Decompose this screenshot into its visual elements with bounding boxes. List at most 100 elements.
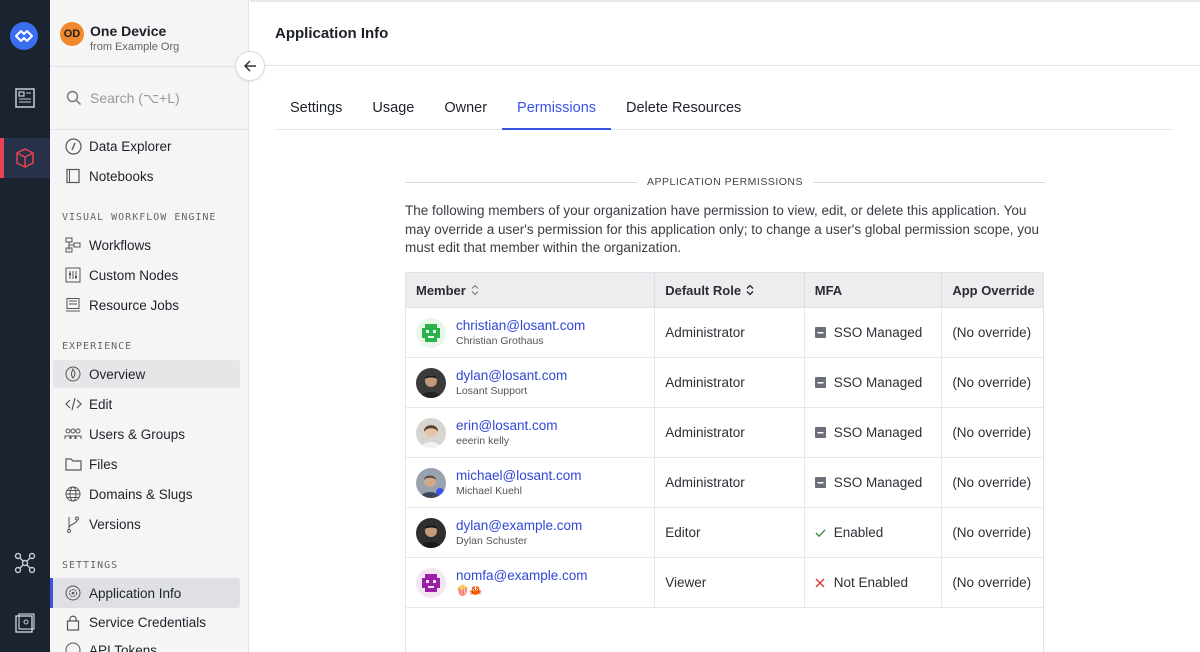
- applications-cube-icon[interactable]: [0, 138, 50, 178]
- device-org: from Example Org: [90, 41, 180, 53]
- member-email-link[interactable]: nomfa@example.com: [456, 568, 588, 584]
- nav-label: Custom Nodes: [89, 267, 179, 283]
- member-email-link[interactable]: erin@losant.com: [456, 418, 558, 434]
- member-cell: dylan@losant.com Losant Support: [406, 358, 656, 407]
- table-row: christian@losant.com Christian Grothaus …: [406, 308, 1043, 358]
- organization-icon[interactable]: [0, 603, 50, 643]
- override-cell[interactable]: (No override): [942, 308, 1043, 357]
- minus-square-icon: [814, 477, 826, 488]
- compass-icon: [64, 137, 82, 155]
- workflow-icon: [64, 236, 82, 254]
- nav-api-tokens[interactable]: API Tokens: [53, 636, 240, 652]
- table-row: nomfa@example.com 🍿🦀 Viewer Not Enabled …: [406, 558, 1043, 608]
- tab-settings[interactable]: Settings: [275, 88, 357, 130]
- member-email-link[interactable]: dylan@losant.com: [456, 368, 567, 384]
- collapse-sidebar-button[interactable]: [235, 51, 265, 81]
- nav-label: Versions: [89, 516, 141, 532]
- nav-edit[interactable]: Edit: [53, 390, 240, 418]
- mfa-cell: SSO Managed: [805, 408, 943, 457]
- nav-domains-slugs[interactable]: Domains & Slugs: [53, 480, 240, 508]
- minus-square-icon: [814, 327, 826, 338]
- member-cell: christian@losant.com Christian Grothaus: [406, 308, 656, 357]
- app-sidebar: OD One Device from Example Org Data Expl…: [50, 0, 249, 652]
- column-label: Member: [416, 282, 466, 298]
- tab-usage[interactable]: Usage: [357, 88, 429, 130]
- lock-icon: [64, 613, 82, 631]
- column-header-default-role[interactable]: Default Role: [655, 273, 805, 307]
- sliders-icon: [64, 266, 82, 284]
- nav-workflows[interactable]: Workflows: [53, 231, 240, 259]
- override-cell[interactable]: (No override): [942, 508, 1043, 557]
- nav-notebooks[interactable]: Notebooks: [53, 162, 240, 190]
- code-icon: [64, 395, 82, 413]
- override-cell[interactable]: (No override): [942, 458, 1043, 507]
- device-header[interactable]: OD One Device from Example Org: [60, 22, 179, 54]
- nav-label: Notebooks: [89, 168, 154, 184]
- role-cell: Administrator: [655, 408, 805, 457]
- users-icon: [64, 425, 82, 443]
- nav-versions[interactable]: Versions: [53, 510, 240, 538]
- branch-icon: [64, 515, 82, 533]
- nav-overview[interactable]: Overview: [53, 360, 240, 388]
- member-name: 🍿🦀: [456, 584, 483, 597]
- table-row: michael@losant.com Michael Kuehl Adminis…: [406, 458, 1043, 508]
- override-cell[interactable]: (No override): [942, 408, 1043, 457]
- minus-square-icon: [814, 427, 826, 438]
- sidebar-search: [50, 66, 248, 130]
- tab-delete-resources[interactable]: Delete Resources: [611, 88, 756, 130]
- override-cell[interactable]: (No override): [942, 558, 1043, 607]
- override-cell[interactable]: (No override): [942, 358, 1043, 407]
- sort-icon: [746, 284, 754, 296]
- sort-icon: [471, 284, 479, 296]
- search-input[interactable]: [90, 90, 240, 106]
- device-avatar: OD: [60, 22, 84, 46]
- nav-files[interactable]: Files: [53, 450, 240, 478]
- device-name: One Device: [90, 23, 167, 39]
- section-label-experience: EXPERIENCE: [62, 341, 133, 352]
- role-cell: Administrator: [655, 308, 805, 357]
- tab-bar: Settings Usage Owner Permissions Delete …: [275, 88, 1173, 130]
- divider: [813, 181, 1046, 183]
- table-row: erin@losant.com eeerin kelly Administrat…: [406, 408, 1043, 458]
- permissions-table: Member Default Role MFA App Override chr…: [405, 272, 1044, 652]
- nav-custom-nodes[interactable]: Custom Nodes: [53, 261, 240, 289]
- network-nodes-icon[interactable]: [0, 543, 50, 583]
- nav-label: Data Explorer: [89, 138, 172, 154]
- permissions-description: The following members of your organizati…: [405, 203, 1039, 255]
- member-name: Dylan Schuster: [456, 534, 528, 547]
- member-email-link[interactable]: dylan@example.com: [456, 518, 582, 534]
- token-icon: [64, 641, 82, 652]
- role-cell: Administrator: [655, 358, 805, 407]
- member-cell: nomfa@example.com 🍿🦀: [406, 558, 656, 607]
- nav-resource-jobs[interactable]: Resource Jobs: [53, 291, 240, 319]
- nav-service-credentials[interactable]: Service Credentials: [53, 608, 240, 636]
- avatar: [416, 317, 446, 348]
- avatar: [416, 417, 446, 448]
- dashboards-icon[interactable]: [0, 78, 50, 118]
- tab-permissions[interactable]: Permissions: [502, 88, 612, 130]
- member-name: Michael Kuehl: [456, 484, 522, 497]
- nav-users-groups[interactable]: Users & Groups: [53, 420, 240, 448]
- column-header-member[interactable]: Member: [406, 273, 656, 307]
- column-header-mfa: MFA: [805, 273, 943, 307]
- nav-label: Files: [89, 456, 118, 472]
- role-cell: Viewer: [655, 558, 805, 607]
- avatar: [416, 567, 446, 598]
- member-email-link[interactable]: christian@losant.com: [456, 318, 585, 334]
- nav-label: Users & Groups: [89, 426, 186, 442]
- nav-application-info[interactable]: Application Info: [50, 578, 240, 608]
- divider: [405, 181, 637, 183]
- mfa-status: Enabled: [833, 525, 884, 540]
- x-icon: [815, 577, 826, 588]
- nav-label: Application Info: [89, 585, 182, 601]
- nav-data-explorer[interactable]: Data Explorer: [53, 132, 240, 160]
- losant-logo[interactable]: [10, 22, 38, 50]
- mfa-cell: SSO Managed: [805, 308, 943, 357]
- member-email-link[interactable]: michael@losant.com: [456, 468, 582, 484]
- member-name: Losant Support: [456, 384, 528, 397]
- nav-label: Workflows: [89, 237, 152, 253]
- mfa-status: Not Enabled: [833, 575, 909, 590]
- avatar: [416, 367, 446, 398]
- role-cell: Administrator: [655, 458, 805, 507]
- tab-owner[interactable]: Owner: [429, 88, 502, 130]
